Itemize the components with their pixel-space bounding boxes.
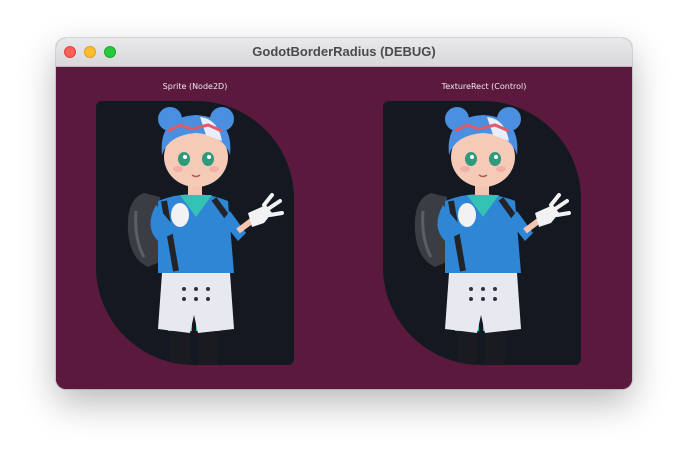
- sprite-label: Sprite (Node2D): [162, 82, 228, 91]
- texturerect-label: TextureRect (Control): [441, 82, 527, 91]
- window-title: GodotBorderRadius (DEBUG): [252, 44, 436, 59]
- sprite-panel: [96, 101, 294, 365]
- character-image: [414, 107, 571, 365]
- app-window: GodotBorderRadius (DEBUG) Sprite (Node2D…: [56, 38, 632, 389]
- title-bar[interactable]: GodotBorderRadius (DEBUG): [56, 38, 632, 67]
- texturerect-panel: [383, 101, 581, 365]
- viewport: Sprite (Node2D) TextureRect (Control): [56, 67, 632, 389]
- character-image: [127, 107, 284, 365]
